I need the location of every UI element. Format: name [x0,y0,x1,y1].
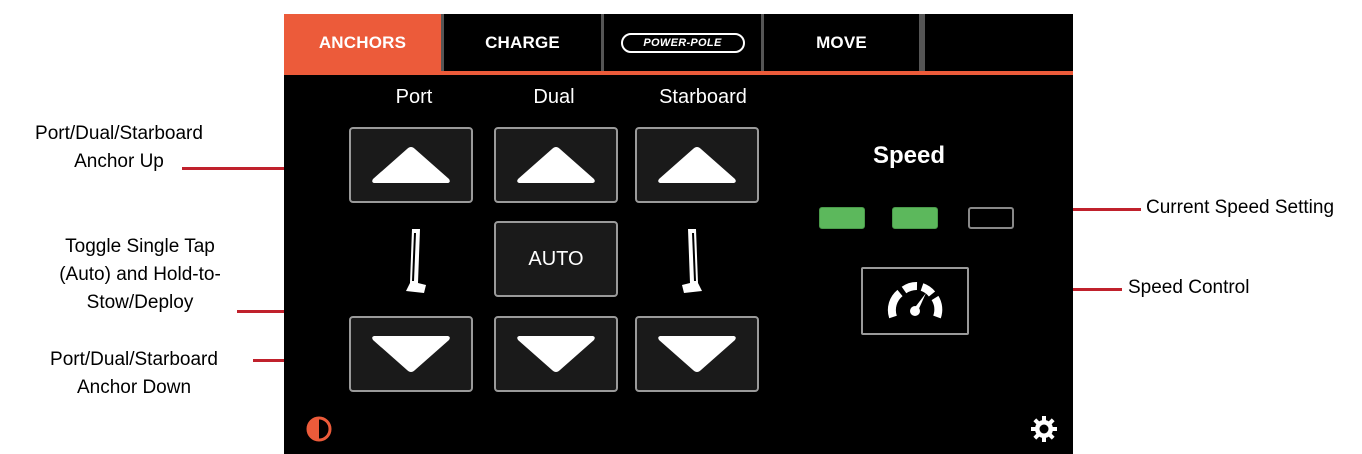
tab-indicator-strip [284,71,1073,75]
callout-anchor-down: Port/Dual/Starboard Anchor Down [4,346,264,402]
dual-anchor-up-button[interactable] [494,127,618,203]
starboard-anchor-down-button[interactable] [635,316,759,392]
gear-icon[interactable] [1030,415,1058,443]
tab-anchors-label: ANCHORS [318,32,407,52]
speedometer-icon [887,282,943,319]
callout-anchor-up-line1: Port/Dual/Starboard [35,123,203,144]
speed-level-1-indicator [819,207,865,229]
anchor-control-screen: ANCHORS CHARGE POWER-POLE MOVE Port Dual… [284,14,1073,454]
speed-level-2-indicator [892,207,938,229]
column-label-port: Port [395,86,433,108]
tab-empty[interactable] [922,14,925,71]
arrow-up-icon [517,147,595,183]
tab-bar: ANCHORS CHARGE POWER-POLE MOVE [284,14,1073,71]
port-anchor-up-button[interactable] [349,127,473,203]
column-label-starboard: Starboard [659,86,747,108]
callout-anchor-up-line2: Anchor Up [74,151,164,172]
contrast-icon[interactable] [305,415,333,443]
speed-control-button[interactable] [861,267,969,335]
arrow-up-icon [372,147,450,183]
callout-anchor-down-line2: Anchor Down [76,377,192,398]
speed-label: Speed [872,142,946,169]
port-pole-icon [406,229,426,293]
tab-move[interactable]: MOVE [764,14,922,71]
arrow-down-icon [658,336,736,372]
callout-toggle-line3: Stow/Deploy [86,292,194,313]
callout-anchor-down-line1: Port/Dual/Starboard [50,349,218,370]
tab-power-pole[interactable]: POWER-POLE [604,14,764,71]
arrow-down-icon [372,336,450,372]
starboard-pole-icon [682,229,702,293]
tab-move-label: MOVE [816,32,867,52]
speed-level-3-indicator [968,207,1014,229]
auto-toggle-label: AUTO [528,247,584,270]
callout-speed-control: Speed Control [1128,277,1250,298]
callout-toggle-line1: Toggle Single Tap [65,236,215,257]
tab-anchors[interactable]: ANCHORS [284,14,444,71]
dual-anchor-down-button[interactable] [494,316,618,392]
callout-toggle: Toggle Single Tap (Auto) and Hold-to- St… [40,233,240,317]
port-anchor-down-button[interactable] [349,316,473,392]
tab-charge[interactable]: CHARGE [444,14,604,71]
column-label-dual: Dual [533,86,575,108]
callout-toggle-line2: (Auto) and Hold-to- [59,264,221,285]
power-pole-logo-text: POWER-POLE [643,36,722,49]
tab-charge-label: CHARGE [485,32,560,52]
arrow-up-icon [658,147,736,183]
auto-toggle-button[interactable]: AUTO [494,221,618,297]
power-pole-logo: POWER-POLE [620,32,745,53]
callout-current-speed: Current Speed Setting [1146,197,1335,218]
starboard-anchor-up-button[interactable] [635,127,759,203]
arrow-down-icon [517,336,595,372]
